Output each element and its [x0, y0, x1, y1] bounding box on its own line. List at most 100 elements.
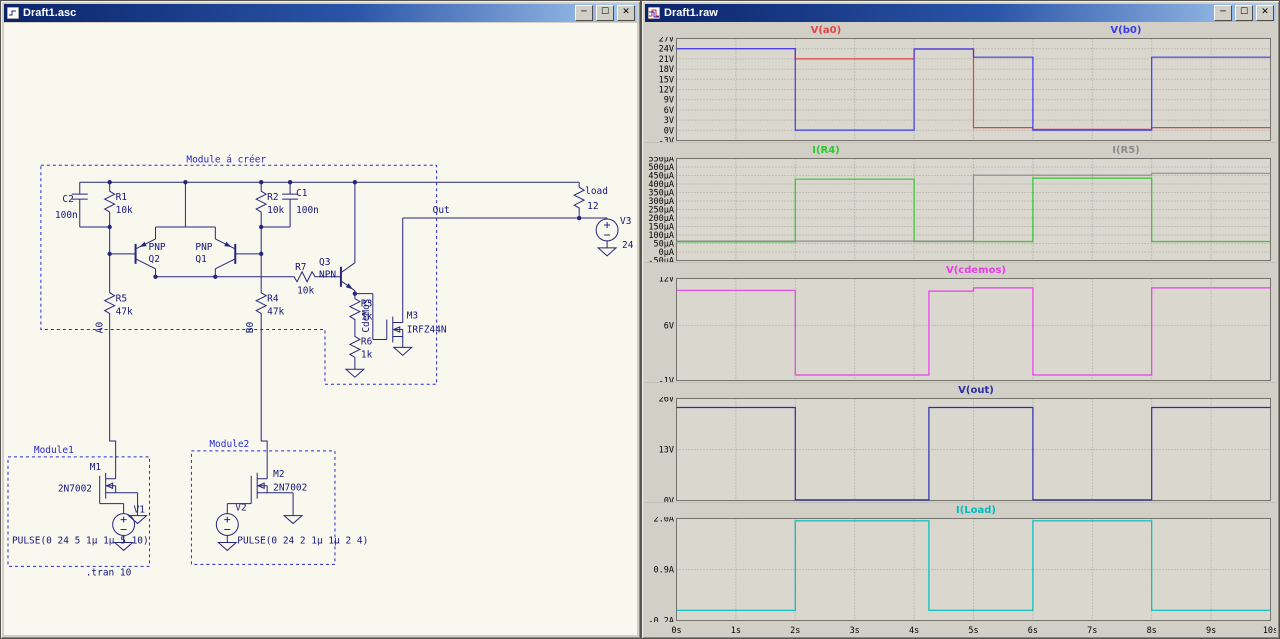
wires — [71, 181, 608, 543]
module-main-label: Module á créer — [186, 154, 266, 165]
resistor-R4[interactable] — [255, 289, 267, 321]
close-button[interactable]: ✕ — [1256, 5, 1274, 21]
label-C2: C2 — [62, 194, 73, 205]
schematic-window: Draft1.asc ─ ☐ ✕ Module á créer C2 100n … — [0, 0, 641, 639]
ground-icon — [283, 515, 303, 525]
waveform-titlebar[interactable]: Draft1.raw ─ ☐ ✕ — [645, 4, 1276, 22]
svg-text:2.0A: 2.0A — [654, 517, 674, 525]
schematic-area[interactable]: Module á créer C2 100n R1 10k R2 10k C1 … — [4, 23, 637, 635]
label-Q3: Q3 — [319, 257, 330, 268]
svg-text:12V: 12V — [659, 277, 674, 285]
module1-box — [7, 456, 151, 567]
plot-area[interactable]: 26V 13V 0V — [645, 397, 1276, 502]
plot-area[interactable]: 2.0A 0.9A -0.2A — [645, 517, 1276, 622]
resistor-R6[interactable] — [349, 332, 361, 364]
resistor-R5[interactable] — [104, 289, 116, 321]
svg-text:-50µA: -50µA — [648, 257, 674, 263]
label-V3-value: 24 — [622, 240, 634, 251]
svg-text:4s: 4s — [909, 626, 919, 635]
svg-text:9V: 9V — [664, 96, 674, 106]
label-Q2-type: PNP — [149, 242, 166, 253]
trace-label[interactable]: I(R5) — [1112, 145, 1140, 156]
ground-icon — [345, 368, 365, 378]
resistor-R2[interactable] — [255, 187, 267, 219]
label-R4-value: 47k — [267, 307, 284, 318]
label-Q3-type: NPN — [319, 270, 336, 281]
svg-text:24V: 24V — [659, 45, 674, 55]
vsource-V2[interactable] — [215, 513, 239, 536]
wave-pane[interactable]: V(out) 26V 13V 0V — [645, 382, 1276, 502]
module1-label: Module1 — [34, 445, 74, 456]
vsource-V1[interactable] — [112, 513, 136, 536]
plot-area[interactable]: 12V 6V -1V — [645, 277, 1276, 382]
ground-icon — [393, 346, 413, 356]
label-M3: M3 — [407, 311, 418, 322]
maximize-button[interactable]: ☐ — [596, 5, 614, 21]
mosfet-M2[interactable] — [250, 472, 268, 500]
resistor-R3[interactable] — [349, 295, 361, 327]
label-R1: R1 — [116, 192, 128, 203]
svg-text:7s: 7s — [1087, 626, 1097, 635]
waveform-area[interactable]: V(a0) V(b0) 27V 24V 21V 18V 15V 12V 9V 6V 3V 0V -3V I… — [645, 23, 1276, 635]
trace-label[interactable]: V(out) — [958, 385, 994, 396]
resistor-load[interactable] — [573, 183, 585, 215]
svg-text:26V: 26V — [659, 397, 674, 405]
svg-text:6s: 6s — [1028, 626, 1038, 635]
svg-text:9s: 9s — [1206, 626, 1216, 635]
label-M3-value: IRFZ44N — [407, 324, 447, 335]
label-C2-value: 100n — [55, 210, 78, 221]
wave-pane[interactable]: I(Load) 2.0A 0.9A -0.2A — [645, 502, 1276, 622]
svg-text:5s: 5s — [968, 626, 978, 635]
maximize-button[interactable]: ☐ — [1235, 5, 1253, 21]
net-label-Out: Out — [433, 205, 450, 216]
time-axis: 0s 1s 2s 3s 4s 5s 6s 7s 8s 9s 10s — [671, 626, 1276, 635]
svg-text:15V: 15V — [659, 75, 674, 85]
module2-label: Module2 — [209, 439, 249, 450]
svg-text:1s: 1s — [731, 626, 741, 635]
mosfet-M1[interactable] — [99, 472, 117, 500]
svg-text:-0.2A: -0.2A — [648, 617, 674, 623]
svg-text:6V: 6V — [664, 322, 674, 332]
pane-header: I(R4) I(R5) — [645, 143, 1276, 157]
close-button[interactable]: ✕ — [617, 5, 635, 21]
trace-label[interactable]: V(b0) — [1110, 25, 1141, 36]
pane-header: V(cdemos) — [645, 263, 1276, 277]
minimize-button[interactable]: ─ — [1214, 5, 1232, 21]
wave-pane[interactable]: I(R4) I(R5) 550µA 500µA 450µA 400µA 350µA 300µA… — [645, 142, 1276, 262]
net-label-A0: A0 — [95, 322, 106, 334]
label-R6-value: 1k — [361, 349, 373, 360]
module2-box — [190, 450, 336, 565]
svg-text:12V: 12V — [659, 86, 674, 96]
ground-icon — [597, 247, 617, 257]
label-M2: M2 — [273, 469, 284, 480]
net-label-CdeMos: CdeMos — [361, 299, 372, 333]
q1-emitter-arrow — [224, 241, 232, 247]
resistor-R1[interactable] — [104, 187, 116, 219]
trace-label[interactable]: V(a0) — [811, 25, 842, 36]
label-R7: R7 — [295, 262, 306, 273]
trace-label[interactable]: V(cdemos) — [946, 265, 1006, 276]
plot-area[interactable]: 27V24V21V18V15V12V9V6V3V0V-3V — [645, 37, 1276, 142]
minimize-button[interactable]: ─ — [575, 5, 593, 21]
directive-tran: .tran 10 — [86, 567, 132, 578]
resistor-R7[interactable] — [290, 271, 322, 283]
label-M1: M1 — [90, 462, 102, 473]
wave-pane[interactable]: V(cdemos) 12V 6V -1V — [645, 262, 1276, 382]
svg-text:21V: 21V — [659, 55, 674, 65]
q2-emitter-arrow — [139, 241, 147, 247]
svg-text:2s: 2s — [790, 626, 800, 635]
pane-header: V(a0) V(b0) — [645, 23, 1276, 37]
svg-text:18V: 18V — [659, 65, 674, 75]
trace-label[interactable]: I(R4) — [812, 145, 840, 156]
bjt-base-bars — [134, 243, 342, 287]
label-R5: R5 — [116, 294, 127, 305]
trace-label[interactable]: I(Load) — [956, 505, 996, 516]
mosfet-M3[interactable] — [386, 316, 404, 343]
svg-text:3V: 3V — [664, 116, 674, 126]
vsource-V3[interactable] — [595, 218, 619, 242]
wave-pane[interactable]: V(a0) V(b0) 27V 24V 21V 18V 15V 12V 9V 6V 3V 0V -3V — [645, 23, 1276, 142]
schematic-titlebar[interactable]: Draft1.asc ─ ☐ ✕ — [4, 4, 637, 22]
waveform-window: Draft1.raw ─ ☐ ✕ V(a0) V(b0) 27V 24V 21V 18V 1… — [641, 0, 1280, 639]
schematic-canvas[interactable]: Module á créer C2 100n R1 10k R2 10k C1 … — [4, 23, 637, 635]
plot-area[interactable]: 550µA500µA450µA400µA350µA300µA250µA200µA… — [645, 157, 1276, 262]
